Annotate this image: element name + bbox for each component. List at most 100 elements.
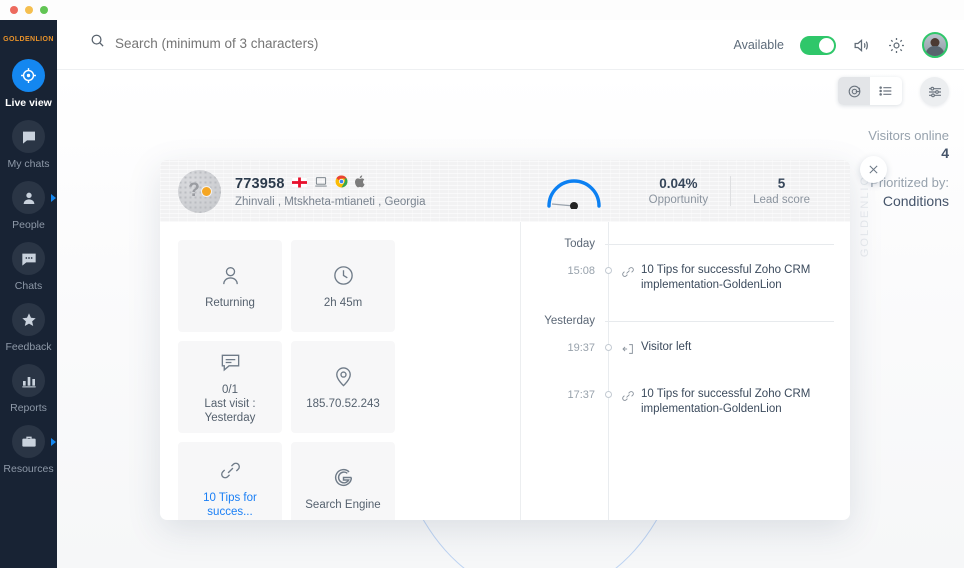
visitor-id: 773958 [235, 175, 285, 192]
tile-label: 185.70.52.243 [306, 398, 380, 410]
visitors-online: Visitors online 4 [868, 128, 949, 161]
filter-sliders-icon[interactable] [920, 77, 949, 106]
search-area [90, 33, 445, 53]
timeline-node [595, 263, 621, 274]
top-bar: Available [57, 20, 964, 70]
gear-icon[interactable] [887, 36, 906, 55]
tile-traffic-source[interactable]: Search Engine [291, 442, 395, 520]
availability-label: Available [733, 38, 784, 52]
sidebar: GOLDENLION Live view My chats People Cha… [0, 20, 57, 568]
timeline-event[interactable]: 17:37 10 Tips for successful Zoho CRM im… [521, 369, 834, 425]
chevron-right-icon[interactable] [51, 438, 56, 446]
chat-lines-icon [219, 349, 242, 375]
timeline-event[interactable]: 19:37 Visitor left [521, 333, 834, 369]
visitor-location: Zhinvali , Mtskheta-mtianeti , Georgia [235, 195, 426, 208]
visitor-avatar: ? [178, 169, 221, 213]
star-icon [12, 303, 45, 336]
sidebar-item-people[interactable]: People [0, 181, 57, 231]
sidebar-item-chats[interactable]: Chats [0, 242, 57, 292]
visitor-metrics: 0.04% Opportunity 5 Lead score [543, 173, 832, 210]
search-icon [90, 33, 105, 53]
timeline-event-text: 10 Tips for successful Zoho CRM implemen… [641, 388, 811, 415]
app-logo: GOLDENLION [3, 36, 54, 43]
prioritized-value[interactable]: Conditions [870, 193, 949, 209]
timeline-day-label: Yesterday [544, 315, 595, 327]
tile-returning[interactable]: Returning [178, 240, 282, 332]
visitor-detail-card: ? 773958 Zhinvali , Mtskheta-mtianeti , … [160, 160, 850, 520]
avatar[interactable] [922, 32, 948, 58]
visitors-online-label: Visitors online [868, 128, 949, 143]
top-bar-actions: Available [733, 20, 948, 70]
radar-view-icon[interactable] [838, 77, 870, 105]
apple-icon [354, 174, 366, 193]
clock-icon [332, 262, 355, 288]
timeline-event-text: 10 Tips for successful Zoho CRM implemen… [641, 264, 811, 291]
radar-icon [12, 59, 45, 92]
briefcase-icon [12, 425, 45, 458]
link-chain-icon [219, 457, 242, 483]
status-badge [200, 185, 212, 197]
georgia-flag-icon [291, 175, 307, 193]
gauge-icon [543, 173, 605, 210]
sidebar-item-live-view[interactable]: Live view [0, 59, 57, 109]
person-outline-icon [219, 262, 242, 288]
close-window-button[interactable] [10, 6, 18, 14]
timeline-day-label: Today [564, 238, 595, 250]
tile-label: Search Engine [305, 499, 381, 511]
timeline-event-time: 15:08 [567, 265, 595, 277]
window-controls [10, 6, 48, 14]
chats-icon [12, 242, 45, 275]
tile-chats-count[interactable]: 0/1 Last visit : Yesterday [178, 341, 282, 433]
sidebar-item-resources[interactable]: Resources [0, 425, 57, 475]
metric-value: 0.04% [659, 176, 698, 191]
sidebar-item-label: Feedback [5, 341, 52, 353]
link-chain-icon [621, 387, 641, 408]
speaker-icon[interactable] [852, 36, 871, 55]
app-window: GOLDENLION Live view My chats People Cha… [0, 0, 964, 568]
divider [605, 320, 834, 322]
sidebar-item-my-chats[interactable]: My chats [0, 120, 57, 170]
tile-label: Returning [205, 297, 255, 309]
sidebar-item-feedback[interactable]: Feedback [0, 303, 57, 353]
maximize-window-button[interactable] [40, 6, 48, 14]
timeline-group-header: Today [521, 238, 834, 250]
google-g-icon [332, 464, 355, 490]
sidebar-item-label: Live view [5, 97, 52, 109]
map-pin-icon [332, 363, 355, 389]
timeline-event-time: 17:37 [567, 389, 595, 401]
timeline-node [595, 387, 621, 398]
list-view-icon[interactable] [870, 77, 902, 105]
timeline-group-header: Yesterday [521, 315, 834, 327]
search-input[interactable] [115, 35, 445, 51]
timeline-event-time: 19:37 [567, 342, 595, 354]
visitor-attribute-tiles: Returning 2h 45m 0/1 Last visit: Yester… [178, 240, 505, 520]
sidebar-item-reports[interactable]: Reports [0, 364, 57, 414]
metric-lead-score: 5 Lead score [730, 176, 832, 206]
tile-label-link[interactable]: 10 Tips for succes... [182, 491, 278, 519]
sidebar-item-label: Reports [10, 402, 47, 414]
tile-ip-address[interactable]: 185.70.52.243 [291, 341, 395, 433]
minimize-window-button[interactable] [25, 6, 33, 14]
availability-toggle[interactable] [800, 35, 836, 55]
link-chain-icon [621, 263, 641, 284]
visitor-card-body: Returning 2h 45m 0/1 Last visit: Yester… [160, 222, 850, 520]
visitor-identity: 773958 Zhinvali , Mtskheta-mtianeti , Ge… [235, 174, 426, 208]
sidebar-item-label: Resources [3, 463, 54, 475]
timeline-event[interactable]: 15:08 10 Tips for successful Zoho CRM im… [521, 256, 834, 301]
window-titlebar [0, 0, 964, 20]
visitor-attributes-pane: Returning 2h 45m 0/1 Last visit: Yester… [160, 222, 520, 520]
sidebar-item-label: My chats [7, 158, 50, 170]
tile-landing-page[interactable]: 10 Tips for succes... [178, 442, 282, 520]
visitor-timeline: Today 15:08 10 Tips for successful Zoho … [520, 222, 850, 520]
live-view-canvas: GOLDENLION Visitors online 4 Prioritized… [57, 70, 964, 568]
timeline-event-text: Visitor left [641, 341, 692, 353]
close-icon[interactable] [860, 156, 887, 183]
chevron-right-icon[interactable] [51, 194, 56, 202]
tile-label: 2h 45m [323, 297, 363, 309]
timeline-node [595, 340, 621, 351]
person-icon [12, 181, 45, 214]
tile-time-on-site[interactable]: 2h 45m [291, 240, 395, 332]
metric-opportunity: 0.04% Opportunity [627, 176, 730, 206]
sidebar-item-label: People [12, 219, 45, 231]
metric-label: Opportunity [648, 194, 709, 206]
